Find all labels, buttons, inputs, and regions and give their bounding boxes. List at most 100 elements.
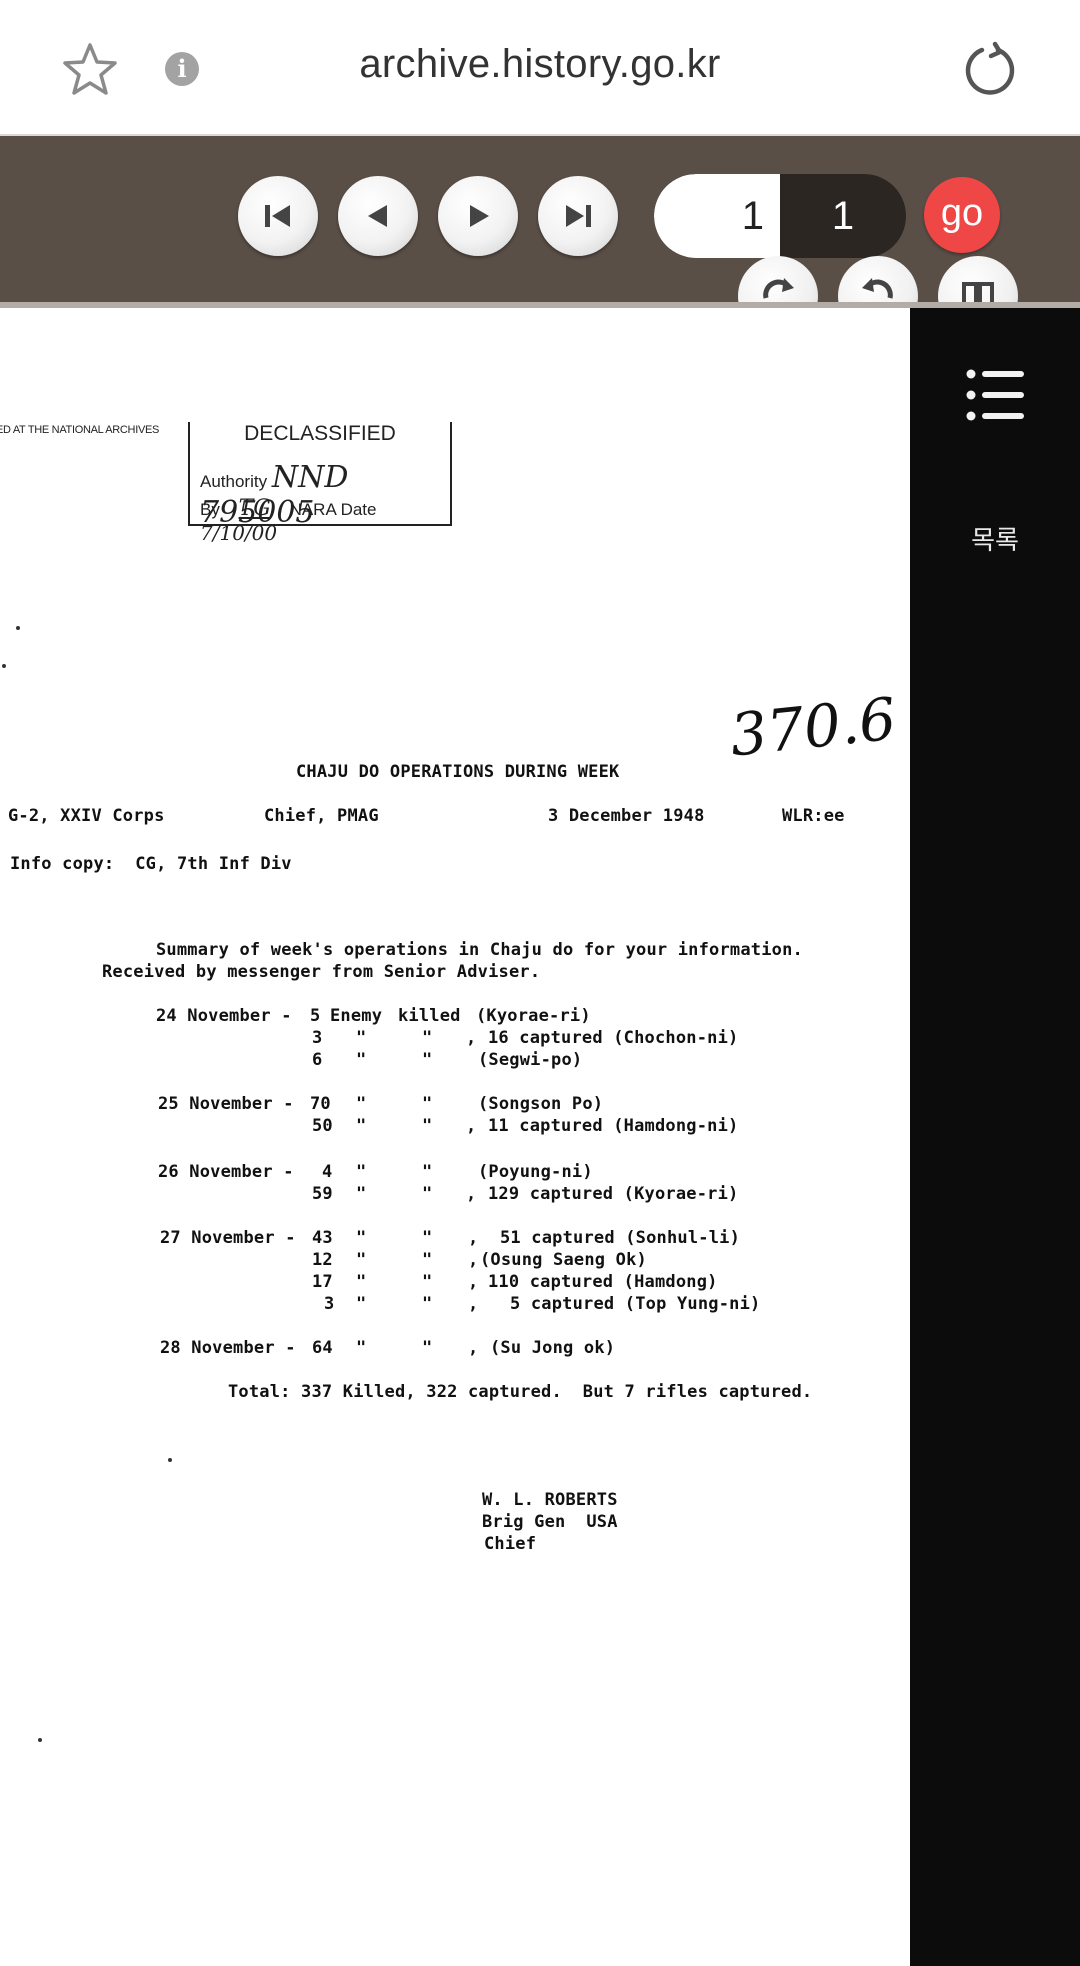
row-count: 12 xyxy=(312,1250,333,1270)
stamp-authority-label: Authority xyxy=(200,472,268,491)
previous-page-icon xyxy=(368,205,387,227)
row-comma: , xyxy=(468,1228,479,1248)
row-ditto-1: " xyxy=(356,1272,367,1292)
row-ditto-2: " xyxy=(422,1050,433,1070)
rotate-left-icon xyxy=(862,278,893,299)
page-selector: 1 xyxy=(654,174,906,258)
row-date: 24 November - xyxy=(156,1006,303,1026)
row-ditto-2: " xyxy=(422,1250,433,1270)
page-number-input[interactable] xyxy=(654,174,780,258)
row-ditto-1: " xyxy=(356,1050,367,1070)
reload-icon[interactable] xyxy=(960,40,1020,100)
side-panel: 목록 xyxy=(910,308,1080,1966)
scan-speck xyxy=(16,626,20,630)
signature-title: Chief xyxy=(484,1534,537,1554)
row-count: 6 xyxy=(312,1050,323,1070)
row-ditto-2: " xyxy=(422,1338,433,1358)
row-comma: , xyxy=(466,1028,477,1048)
row-comma: , xyxy=(466,1184,477,1204)
row-count: 17 xyxy=(312,1272,333,1292)
info-copy: Info copy: CG, 7th Inf Div xyxy=(10,854,292,874)
row-ditto-2: " xyxy=(422,1184,433,1204)
first-page-icon xyxy=(265,205,290,227)
row-ditto-2: " xyxy=(422,1228,433,1248)
row-date: 27 November - xyxy=(160,1228,307,1248)
row-count: 3 xyxy=(324,1294,335,1314)
row-ditto-1: " xyxy=(356,1294,367,1314)
row-ditto-1: " xyxy=(356,1094,367,1114)
row-date: 28 November - xyxy=(160,1338,307,1358)
row-ditto-2: killed xyxy=(398,1006,461,1026)
row-count: 3 xyxy=(312,1028,323,1048)
go-button[interactable]: go xyxy=(924,177,1000,253)
first-page-button[interactable] xyxy=(238,176,318,256)
summary-line-2: Received by messenger from Senior Advise… xyxy=(102,962,541,982)
row-capture: 110 captured (Hamdong) xyxy=(488,1272,718,1292)
row-ditto-2: " xyxy=(422,1116,433,1136)
list-icon xyxy=(966,369,1024,421)
row-capture: (Kyorae-ri) xyxy=(476,1006,591,1026)
row-ditto-1: " xyxy=(356,1162,367,1182)
row-count: 5 xyxy=(310,1006,321,1026)
last-page-button[interactable] xyxy=(538,176,618,256)
previous-page-button[interactable] xyxy=(338,176,418,256)
two-page-view-button[interactable] xyxy=(938,256,1018,302)
row-count: 50 xyxy=(312,1116,333,1136)
info-icon[interactable]: i xyxy=(165,52,199,86)
declassified-stamp: DECLASSIFIED Authority NND 795005 By TG … xyxy=(188,422,452,545)
total-line: Total: 337 Killed, 322 captured. But 7 r… xyxy=(228,1382,813,1402)
row-count: 4 xyxy=(322,1162,333,1182)
toolbar-controls: 1 xyxy=(0,136,1080,302)
row-comma: , xyxy=(468,1338,479,1358)
signature-name: W. L. ROBERTS xyxy=(482,1490,618,1510)
row-count: 43 xyxy=(312,1228,333,1248)
handwritten-note: 370.6 xyxy=(726,684,900,770)
row-capture: (Songson Po) xyxy=(478,1094,604,1114)
header-date: 3 December 1948 xyxy=(548,806,705,826)
stamp-nara-label: NARA Date xyxy=(289,500,377,519)
row-ditto-1: " xyxy=(356,1250,367,1270)
page-total: 1 xyxy=(831,194,855,238)
row-count: 59 xyxy=(312,1184,333,1204)
rotate-right-button[interactable] xyxy=(738,256,818,302)
two-page-view-icon xyxy=(962,282,994,302)
next-page-icon xyxy=(470,205,489,227)
row-capture: 5 captured (Top Yung-ni) xyxy=(510,1294,761,1314)
row-comma: , xyxy=(466,1116,477,1136)
row-ditto-1: Enemy xyxy=(330,1006,383,1026)
row-ditto-2: " xyxy=(422,1272,433,1292)
stamp-by-label: By xyxy=(200,500,220,519)
row-ditto-2: " xyxy=(422,1028,433,1048)
row-capture: (Osung Saeng Ok) xyxy=(480,1250,647,1270)
rotate-right-icon xyxy=(763,278,794,299)
row-count: 70 xyxy=(310,1094,331,1114)
row-capture: 11 captured (Hamdong-ni) xyxy=(488,1116,739,1136)
document-title: CHAJU DO OPERATIONS DURING WEEK xyxy=(296,762,620,782)
last-page-icon xyxy=(566,205,591,227)
list-button[interactable]: 목록 xyxy=(910,368,1080,556)
scan-speck xyxy=(38,1738,42,1742)
row-date: 26 November - xyxy=(158,1162,305,1182)
row-ditto-2: " xyxy=(422,1162,433,1182)
row-capture: 16 captured (Chochon-ni) xyxy=(488,1028,739,1048)
row-ditto-2: " xyxy=(422,1094,433,1114)
rotate-left-button[interactable] xyxy=(838,256,918,302)
star-outline-icon[interactable] xyxy=(60,40,120,100)
scan-speck xyxy=(2,664,6,668)
row-comma: , xyxy=(468,1294,479,1314)
summary-line-1: Summary of week's operations in Chaju do… xyxy=(156,940,803,960)
url-text[interactable]: archive.history.go.kr xyxy=(300,42,780,87)
next-page-button[interactable] xyxy=(438,176,518,256)
signature-rank: Brig Gen USA xyxy=(482,1512,618,1532)
document-page: ED AT THE NATIONAL ARCHIVES DECLASSIFIED… xyxy=(0,308,910,1966)
row-ditto-2: " xyxy=(422,1294,433,1314)
row-capture: (Poyung-ni) xyxy=(478,1162,593,1182)
header-ref: WLR:ee xyxy=(782,806,845,826)
list-label: 목록 xyxy=(971,526,1019,556)
stamp-title: DECLASSIFIED xyxy=(244,422,396,445)
browser-address-bar: i archive.history.go.kr xyxy=(0,0,1080,136)
row-ditto-1: " xyxy=(356,1228,367,1248)
row-capture: 129 captured (Kyorae-ri) xyxy=(488,1184,739,1204)
row-comma: , xyxy=(468,1250,479,1270)
row-count: 64 xyxy=(312,1338,333,1358)
